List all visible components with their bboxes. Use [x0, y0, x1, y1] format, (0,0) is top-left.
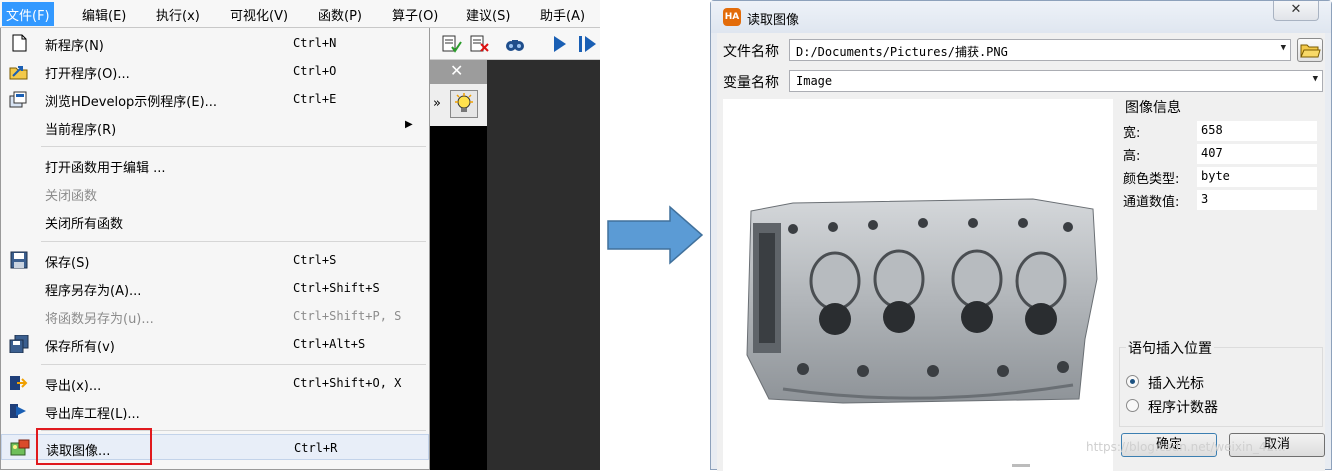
- menu-assistants[interactable]: 助手(A): [540, 5, 585, 24]
- menu-item-open-procedure[interactable]: 打开函数用于编辑 ...: [1, 152, 429, 178]
- info-row-color-type: 颜色类型: byte: [1123, 167, 1319, 187]
- edit-check-icon[interactable]: [440, 33, 462, 55]
- browse-folder-button[interactable]: [1297, 38, 1323, 62]
- insert-position-group: 语句插入位置 插入光标 程序计数器: [1119, 338, 1323, 427]
- graphics-window-edge: [430, 126, 487, 470]
- menu-visualization[interactable]: 可视化(V): [230, 5, 288, 24]
- menu-operators[interactable]: 算子(O): [392, 5, 438, 24]
- image-info-title: 图像信息: [1125, 100, 1181, 116]
- toolbar: [430, 28, 600, 60]
- variable-name-value: Image: [796, 74, 833, 88]
- insert-position-title: 语句插入位置: [1126, 338, 1214, 358]
- read-image-icon: [10, 439, 30, 457]
- menu-item-browse-examples[interactable]: 浏览HDevelop示例程序(E)... Ctrl+E: [1, 86, 429, 112]
- info-value: 658: [1197, 121, 1317, 141]
- dark-pane: [487, 60, 600, 470]
- file-dropdown-menu: 新程序(N) Ctrl+N 打开程序(O)... Ctrl+O 浏览HDevel…: [0, 28, 430, 470]
- folder-icon: [1300, 44, 1321, 58]
- file-name-combobox[interactable]: D:/Documents/Pictures/捕获.PNG ▼: [789, 39, 1291, 61]
- dialog-titlebar: HA 读取图像 ✕: [711, 1, 1331, 33]
- menu-item-save[interactable]: 保存(S) Ctrl+S: [1, 247, 429, 273]
- menu-separator: [41, 364, 426, 365]
- export-icon: [9, 374, 29, 392]
- image-preview: [723, 99, 1113, 471]
- hdevelop-window: 文件(F) 编辑(E) 执行(x) 可视化(V) 函数(P) 算子(O) 建议(…: [0, 0, 600, 470]
- browse-examples-icon: [9, 90, 29, 108]
- info-value: 407: [1197, 144, 1317, 164]
- lightbulb-icon[interactable]: [450, 90, 478, 118]
- menu-separator: [41, 241, 426, 242]
- info-row-width: 宽: 658: [1123, 121, 1319, 141]
- menu-file[interactable]: 文件(F): [2, 2, 54, 26]
- menu-item-export[interactable]: 导出(x)... Ctrl+Shift+O, X: [1, 370, 429, 396]
- radio-checked-icon: [1126, 375, 1139, 388]
- more-chevron-icon[interactable]: »: [433, 96, 441, 111]
- halcon-logo-icon: HA: [723, 8, 741, 26]
- file-name-label: 文件名称: [723, 44, 779, 60]
- variable-name-combobox[interactable]: Image ▼: [789, 70, 1323, 92]
- dropdown-arrow-icon[interactable]: ▼: [1313, 74, 1318, 84]
- radio-unchecked-icon: [1126, 399, 1139, 412]
- info-value: 3: [1197, 190, 1317, 210]
- info-row-channels: 通道数值: 3: [1123, 190, 1319, 210]
- submenu-arrow-icon: ▶: [405, 119, 413, 130]
- save-all-icon: [9, 334, 29, 354]
- read-image-dialog: HA 读取图像 ✕ 文件名称 D:/Documents/Pictures/捕获.…: [710, 0, 1332, 471]
- radio-insert-cursor[interactable]: 插入光标: [1126, 372, 1316, 392]
- menu-item-close-all-procedures[interactable]: 关闭所有函数: [1, 208, 429, 234]
- menu-item-save-procedure-as: 将函数另存为(u)... Ctrl+Shift+P, S: [45, 309, 402, 327]
- menu-item-current-program[interactable]: 当前程序(R) ▶: [1, 114, 429, 140]
- file-name-value: D:/Documents/Pictures/捕获.PNG: [796, 45, 1008, 59]
- menu-bar: 文件(F) 编辑(E) 执行(x) 可视化(V) 函数(P) 算子(O) 建议(…: [0, 0, 600, 28]
- info-value: byte: [1197, 167, 1317, 187]
- open-program-icon: [9, 62, 29, 80]
- step-over-icon[interactable]: [576, 33, 598, 55]
- export-library-icon: [9, 402, 29, 420]
- menu-separator: [41, 146, 426, 147]
- hint-bar: »: [430, 84, 487, 126]
- menu-item-open-program[interactable]: 打开程序(O)... Ctrl+O: [1, 58, 429, 84]
- menu-item-close-procedure: 关闭函数: [45, 189, 98, 204]
- right-arrow-icon: [607, 205, 704, 265]
- image-info-group: 图像信息 宽: 658 高: 407 颜色类型: byte 通道数值: 3: [1119, 99, 1323, 349]
- close-button[interactable]: ✕: [1273, 1, 1319, 21]
- dialog-body: 文件名称 D:/Documents/Pictures/捕获.PNG ▼ 变量名称…: [717, 33, 1325, 471]
- binoculars-icon[interactable]: [504, 33, 526, 55]
- menu-item-export-library[interactable]: 导出库工程(L)...: [1, 398, 429, 424]
- new-file-icon: [9, 34, 29, 52]
- menu-suggestions[interactable]: 建议(S): [466, 5, 510, 24]
- highlight-annotation: [36, 428, 152, 465]
- menu-execute[interactable]: 执行(x): [156, 5, 200, 24]
- menu-procedures[interactable]: 函数(P): [318, 5, 362, 24]
- menu-item-save-all[interactable]: 保存所有(v) Ctrl+Alt+S: [1, 331, 429, 357]
- dialog-title: 读取图像: [747, 13, 800, 28]
- variable-name-label: 变量名称: [723, 75, 779, 91]
- edit-delete-icon[interactable]: [468, 33, 490, 55]
- run-icon[interactable]: [548, 33, 570, 55]
- radio-program-counter[interactable]: 程序计数器: [1126, 396, 1316, 416]
- menu-item-new-program[interactable]: 新程序(N) Ctrl+N: [1, 30, 429, 56]
- watermark: https://blog.csdn.net/weixin_42...: [1086, 440, 1286, 454]
- cylinder-head-image: [746, 198, 1098, 404]
- dropdown-arrow-icon[interactable]: ▼: [1281, 43, 1286, 53]
- info-row-height: 高: 407: [1123, 144, 1319, 164]
- menu-edit[interactable]: 编辑(E): [82, 5, 126, 24]
- menu-item-save-program-as[interactable]: 程序另存为(A)... Ctrl+Shift+S: [1, 275, 429, 301]
- taskbar-fragment: [1012, 464, 1030, 467]
- tab-strip: ✕: [430, 60, 487, 84]
- close-tab-icon[interactable]: ✕: [450, 61, 463, 80]
- save-icon: [9, 251, 29, 269]
